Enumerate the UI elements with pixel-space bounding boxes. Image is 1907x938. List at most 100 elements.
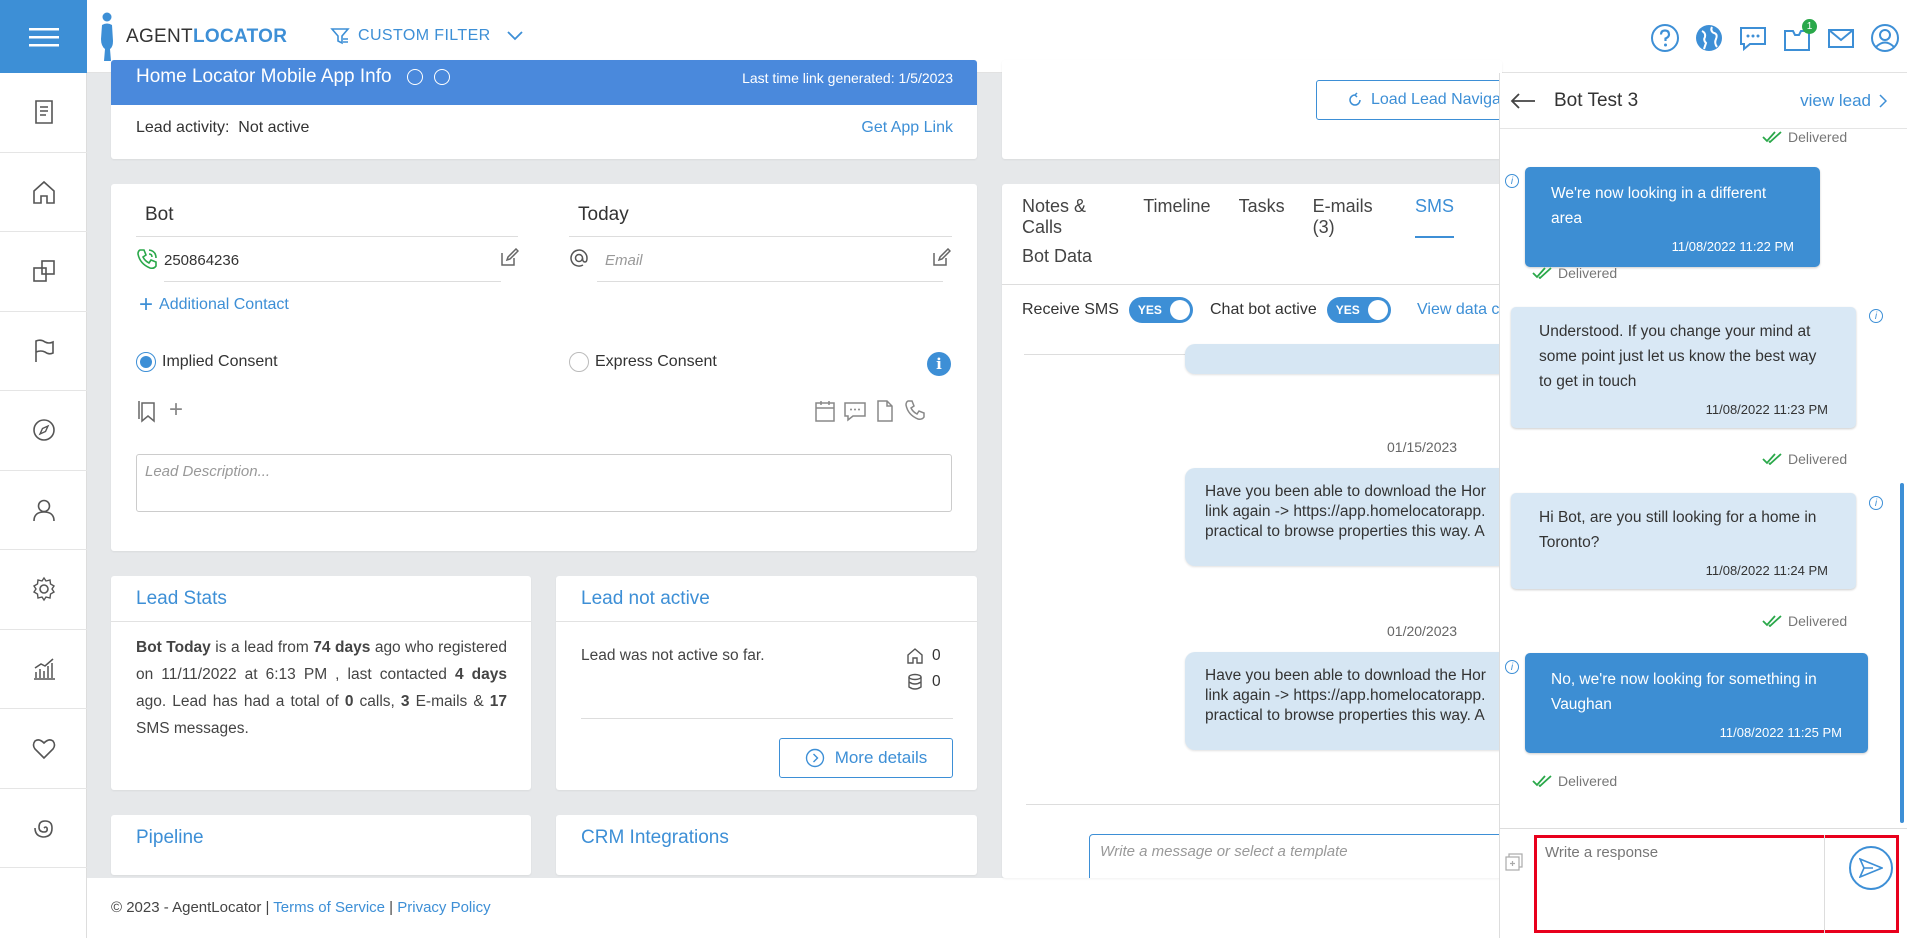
load-lead-navigator-button[interactable]: Load Lead Navigat: [1316, 80, 1516, 120]
divider: [1026, 804, 1502, 805]
tab-timeline[interactable]: Timeline: [1143, 196, 1210, 238]
response-input[interactable]: Write a response: [1541, 840, 1824, 932]
bookmark-icon[interactable]: [136, 399, 160, 423]
info-icon[interactable]: i: [1869, 309, 1883, 323]
implied-consent-radio[interactable]: Implied Consent: [136, 352, 278, 372]
consent-info-icon[interactable]: i: [927, 352, 951, 376]
delivered-status: Delivered: [1762, 129, 1847, 145]
gear-icon: [32, 576, 55, 602]
lead-stats-title: Lead Stats: [111, 576, 531, 622]
left-sidebar: [0, 73, 87, 938]
chat-bot-toggle[interactable]: YES: [1326, 297, 1391, 323]
template-icon[interactable]: [1505, 853, 1523, 871]
notifications-button[interactable]: 1: [1781, 19, 1817, 54]
brand-logo[interactable]: AGENTLOCATOR: [98, 10, 287, 64]
back-arrow-icon[interactable]: [1510, 92, 1536, 110]
app-info-title: Home Locator Mobile App Info: [136, 66, 451, 88]
sidebar-item-flags[interactable]: [0, 312, 87, 391]
chat-title: Bot Test 3: [1554, 89, 1639, 111]
tab-emails[interactable]: E-mails (3): [1313, 196, 1387, 238]
privacy-link[interactable]: Privacy Policy: [397, 899, 490, 916]
chat-scrollbar[interactable]: [1898, 133, 1906, 823]
tab-notes-calls[interactable]: Notes & Calls: [1022, 196, 1115, 238]
response-input-box[interactable]: Write a response: [1534, 835, 1899, 933]
message-date: 01/20/2023: [1387, 623, 1458, 639]
file-icon[interactable]: [873, 399, 897, 423]
lead-activity-row: Lead activity: Not active Get App Link: [111, 105, 977, 137]
sidebar-item-settings[interactable]: [0, 550, 87, 630]
website-button[interactable]: [1693, 22, 1725, 54]
tab-bot-data[interactable]: Bot Data: [1022, 246, 1092, 267]
tab-tasks[interactable]: Tasks: [1239, 196, 1285, 238]
sidebar-item-listings[interactable]: [0, 232, 87, 312]
info-icon[interactable]: i: [1869, 496, 1883, 510]
info-icon[interactable]: i: [1505, 174, 1519, 188]
phone-field[interactable]: 250864236: [164, 244, 501, 282]
add-tag-icon[interactable]: +: [169, 396, 183, 424]
edit-icon[interactable]: [931, 248, 951, 268]
view-data-link[interactable]: View data c: [1417, 301, 1499, 319]
menu-icon: [28, 27, 59, 46]
more-details-button[interactable]: More details: [779, 738, 953, 778]
help-button[interactable]: [1649, 22, 1681, 54]
send-icon: [1859, 858, 1883, 878]
sidebar-item-home[interactable]: [0, 153, 87, 232]
user-profile-button[interactable]: [1869, 22, 1901, 54]
lead-description-input[interactable]: Lead Description...: [136, 454, 952, 512]
calendar-icon[interactable]: [813, 399, 837, 423]
view-lead-link[interactable]: view lead: [1800, 91, 1887, 111]
last-name-field[interactable]: Today: [569, 194, 952, 237]
divider: [1500, 828, 1907, 829]
lead-navigator-card: Load Lead Navigat: [1002, 60, 1516, 159]
get-app-link[interactable]: Get App Link: [861, 119, 953, 137]
edit-icon[interactable]: [499, 248, 519, 268]
chat-panel: Bot Test 3 view lead Delivered i We're n…: [1499, 73, 1907, 938]
send-button[interactable]: [1849, 846, 1893, 890]
sidebar-item-favorites[interactable]: [0, 709, 87, 789]
sms-message-input[interactable]: Write a message or select a template: [1089, 834, 1502, 878]
info-icon[interactable]: [434, 68, 451, 85]
home-icon: [32, 180, 55, 204]
chat-message-outgoing: We're now looking in a different area 11/…: [1525, 167, 1820, 267]
email-button[interactable]: [1825, 22, 1857, 54]
hamburger-menu-button[interactable]: [0, 0, 87, 73]
database-icon: [908, 673, 922, 690]
receive-sms-toggle[interactable]: YES: [1128, 297, 1193, 323]
notification-badge: 1: [1802, 19, 1817, 34]
chat-message-incoming: Understood. If you change your mind at s…: [1511, 307, 1856, 428]
globe-icon: [1696, 25, 1722, 51]
first-name-field[interactable]: Bot: [136, 194, 518, 237]
sms-icon[interactable]: [843, 399, 867, 423]
crm-title: CRM Integrations: [581, 827, 729, 848]
terms-link[interactable]: Terms of Service: [273, 899, 385, 916]
express-consent-radio[interactable]: Express Consent: [569, 352, 717, 372]
info-icon[interactable]: i: [1505, 660, 1519, 674]
custom-filter-dropdown[interactable]: CUSTOM FILTER: [330, 26, 523, 46]
delivered-status: Delivered: [1532, 265, 1617, 281]
messages-button[interactable]: [1737, 22, 1769, 54]
sidebar-item-reports[interactable]: [0, 630, 87, 709]
flag-icon: [34, 339, 54, 362]
chat-icon: [1740, 27, 1766, 52]
home-views-count: 0: [906, 647, 941, 665]
communications-card: Notes & Calls Timeline Tasks E-mails (3)…: [1002, 184, 1502, 878]
sidebar-item-integrations[interactable]: [0, 789, 87, 868]
info-icon[interactable]: [406, 68, 423, 85]
call-icon[interactable]: [903, 399, 927, 423]
db-count: 0: [906, 673, 941, 691]
lead-stats-card: Lead Stats Bot Today is a lead from 74 d…: [111, 576, 531, 790]
sidebar-item-explore[interactable]: [0, 391, 87, 471]
email-field[interactable]: Email: [597, 244, 943, 282]
sidebar-item-contacts[interactable]: [0, 471, 87, 550]
additional-contact-link[interactable]: + Additional Contact: [139, 293, 289, 317]
divider: [581, 718, 953, 719]
tab-sms[interactable]: SMS: [1414, 196, 1454, 238]
filter-label: CUSTOM FILTER: [358, 27, 491, 44]
sidebar-item-documents[interactable]: [0, 73, 87, 153]
spiral-icon: [33, 819, 53, 838]
chevron-right-icon: [1879, 93, 1887, 108]
double-check-icon: [1532, 267, 1552, 279]
brand-name: AGENTLOCATOR: [126, 26, 288, 47]
heart-icon: [32, 739, 55, 760]
filter-icon: [330, 28, 350, 45]
